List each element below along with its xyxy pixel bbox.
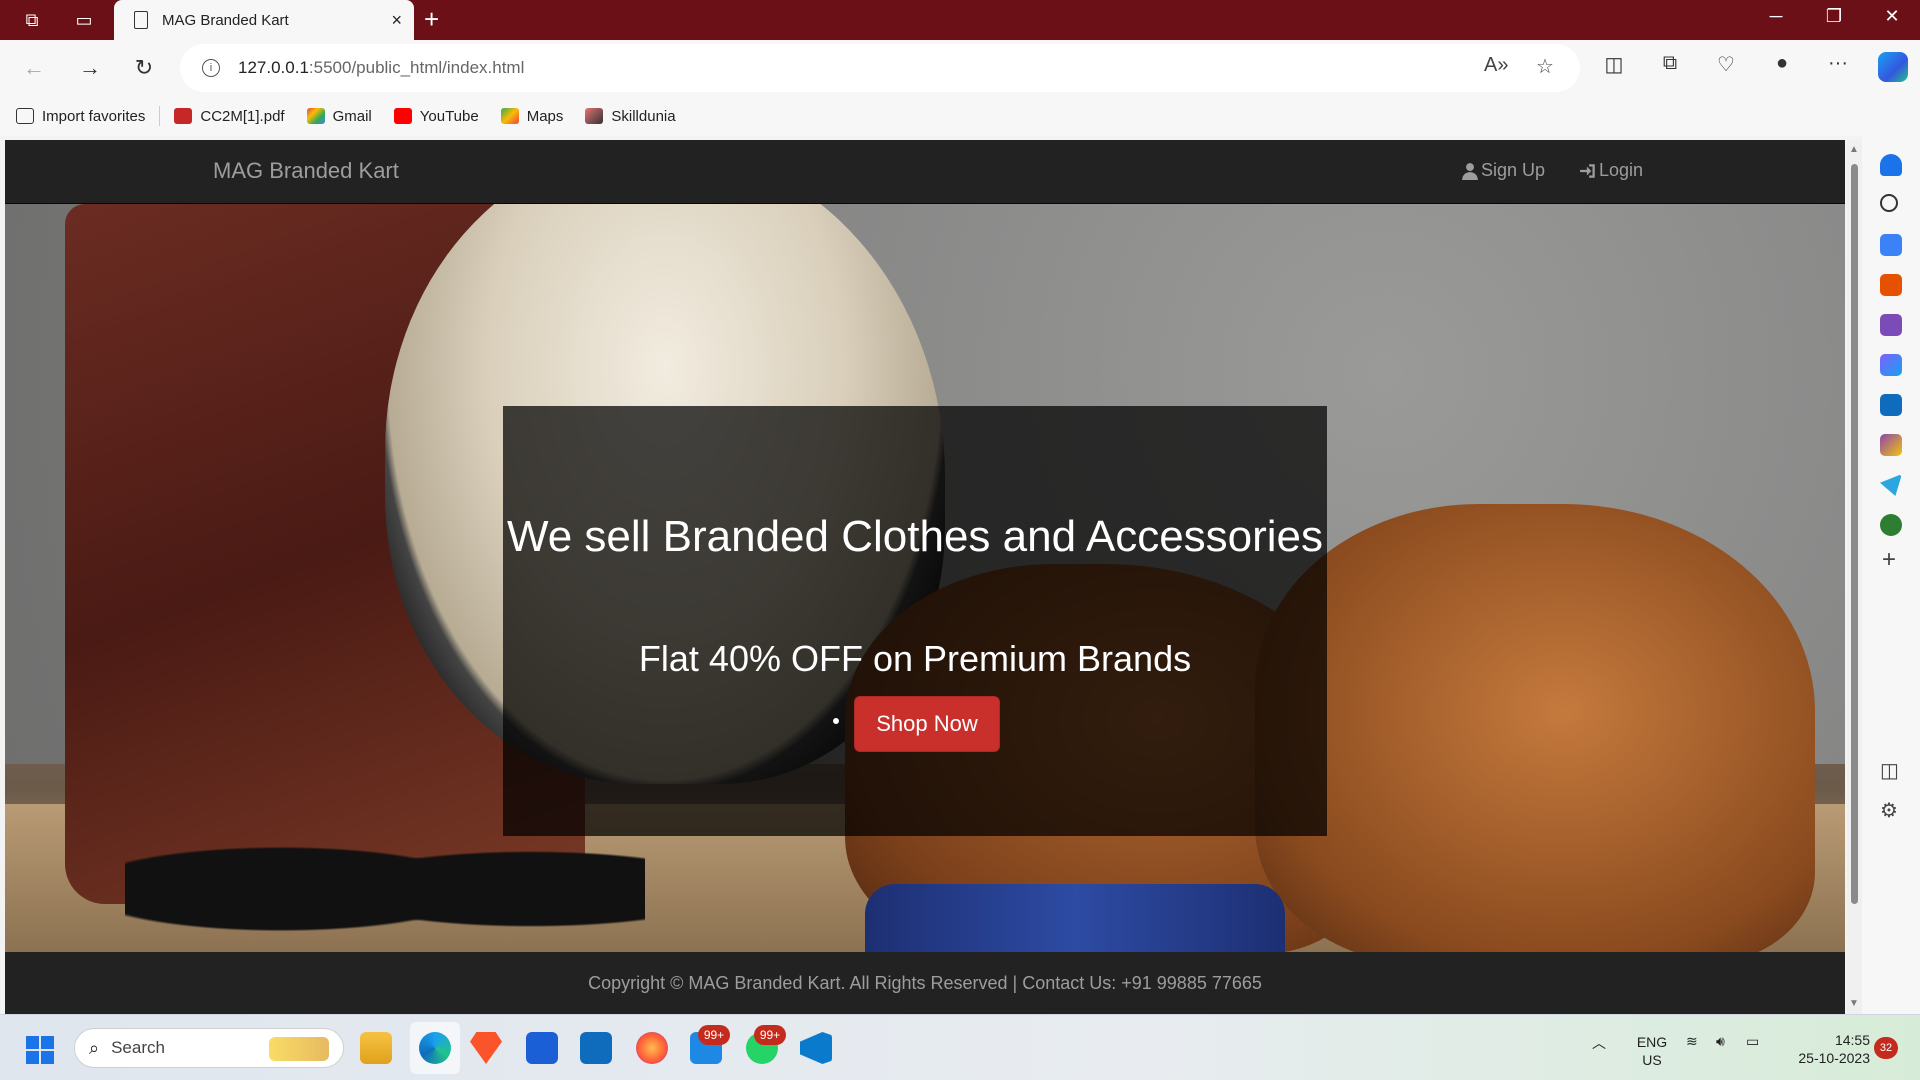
browser-titlebar: ⧉ ▭ MAG Branded Kart × + ─ ❐ ✕ <box>0 0 1920 40</box>
site-brand[interactable]: MAG Branded Kart <box>213 158 399 184</box>
youtube-icon <box>393 108 412 124</box>
hide-sidebar-icon[interactable]: ◫ <box>1880 758 1899 783</box>
page-viewport: MAG Branded Kart Sign Up Login We sell B… <box>5 140 1845 1014</box>
url-text: 127.0.0.1:5500/public_html/index.html <box>238 58 525 77</box>
tools-icon[interactable] <box>1880 274 1902 296</box>
edge-icon[interactable] <box>419 1032 451 1064</box>
notification-badge: 99+ <box>698 1025 730 1045</box>
brave-icon[interactable] <box>470 1032 502 1064</box>
boot-image <box>1255 504 1815 952</box>
new-tab-button[interactable]: + <box>424 4 439 35</box>
wifi-icon[interactable]: ≋ <box>1686 1033 1698 1050</box>
restore-icon[interactable]: ❐ <box>1814 6 1854 27</box>
site-info-icon[interactable]: i <box>202 59 220 77</box>
import-icon <box>16 108 34 124</box>
edge-sidebar: + ◫ ⚙ <box>1862 136 1920 1014</box>
notification-count[interactable]: 32 <box>1874 1037 1898 1059</box>
outlook-icon[interactable] <box>1880 394 1902 416</box>
shop-now-button[interactable]: Shop Now <box>854 696 1000 752</box>
skilldunia-icon <box>585 108 604 124</box>
tab-actions-icon[interactable]: ▭ <box>70 6 98 34</box>
microsoft-store-icon[interactable] <box>526 1032 558 1064</box>
battery-icon[interactable]: ▭ <box>1746 1033 1759 1050</box>
shopping-tag-icon[interactable] <box>1880 234 1902 256</box>
browser-toolbar: ← → ↻ i 127.0.0.1:5500/public_html/index… <box>0 40 1920 96</box>
forward-icon[interactable]: → <box>72 50 108 86</box>
browser-essentials-icon[interactable]: ♡ <box>1710 52 1742 77</box>
more-menu-icon[interactable]: ··· <box>1822 52 1854 75</box>
file-explorer-icon[interactable] <box>360 1032 392 1064</box>
designer-icon[interactable] <box>1880 434 1902 456</box>
favorite-star-icon[interactable]: ☆ <box>1536 54 1554 79</box>
read-aloud-icon[interactable]: A» <box>1484 54 1508 77</box>
bow-tie-image <box>865 884 1285 952</box>
collections-icon[interactable]: ⧉ <box>1654 52 1686 75</box>
scroll-down-icon[interactable]: ▼ <box>1849 998 1859 1009</box>
maps-icon <box>500 108 519 124</box>
back-icon[interactable]: ← <box>16 50 52 86</box>
gmail-icon <box>306 108 325 124</box>
scroll-up-icon[interactable]: ▲ <box>1849 144 1859 155</box>
profile-icon[interactable]: ● <box>1766 52 1798 75</box>
vscode-icon[interactable] <box>800 1032 832 1064</box>
scrollbar-thumb[interactable] <box>1851 164 1858 904</box>
pdf-icon <box>174 108 193 124</box>
search-highlight-icon <box>269 1037 329 1061</box>
bookmark-youtube[interactable]: YouTube <box>393 108 479 125</box>
search-icon[interactable] <box>1880 194 1898 212</box>
browser-tab[interactable]: MAG Branded Kart × <box>114 0 414 40</box>
microsoft365-icon[interactable] <box>1880 354 1902 376</box>
login-label: Login <box>1599 160 1644 180</box>
taskbar-search[interactable]: ⌕ Search <box>74 1028 344 1068</box>
signup-link[interactable]: Sign Up <box>1461 160 1545 181</box>
notification-badge: 99+ <box>754 1025 786 1045</box>
mail-icon[interactable] <box>580 1032 612 1064</box>
refresh-icon[interactable]: ↻ <box>126 50 162 86</box>
notifications-icon[interactable] <box>1880 154 1902 176</box>
minimize-icon[interactable]: ─ <box>1756 6 1796 27</box>
games-icon[interactable] <box>1880 314 1902 336</box>
login-link[interactable]: Login <box>1579 160 1643 181</box>
split-screen-icon[interactable]: ◫ <box>1598 52 1630 77</box>
footer-text: Copyright © MAG Branded Kart. All Rights… <box>588 972 1262 993</box>
copilot-icon[interactable] <box>1878 52 1908 82</box>
address-bar[interactable]: i 127.0.0.1:5500/public_html/index.html … <box>180 44 1580 92</box>
tree-icon[interactable] <box>1880 514 1902 536</box>
divider <box>159 106 161 126</box>
workspaces-icon[interactable]: ⧉ <box>18 6 46 34</box>
volume-icon[interactable]: 🔊︎ <box>1716 1033 1725 1050</box>
add-sidebar-app-icon[interactable]: + <box>1882 546 1896 574</box>
language-indicator[interactable]: ENG US <box>1634 1033 1670 1069</box>
close-tab-icon[interactable]: × <box>391 10 402 31</box>
bookmark-maps[interactable]: Maps <box>500 108 563 125</box>
windows-taskbar: ⌕ Search 99+ 99+ ︿ ENG US ≋ 🔊︎ ▭ 14:55 2… <box>0 1014 1920 1080</box>
settings-gear-icon[interactable]: ⚙ <box>1880 798 1898 823</box>
hero-headline: We sell Branded Clothes and Accessories <box>506 512 1324 561</box>
page-icon <box>134 11 148 29</box>
system-clock[interactable]: 14:55 25-10-2023 <box>1780 1031 1870 1067</box>
bookmark-gmail[interactable]: Gmail <box>306 108 372 125</box>
search-placeholder: Search <box>111 1038 165 1057</box>
page-scrollbar[interactable]: ▲ ▼ <box>1847 140 1862 1014</box>
hero-offer: Flat 40% OFF on Premium Brands <box>638 638 1192 679</box>
bookmarks-bar: Import favorites CC2M[1].pdf Gmail YouTu… <box>0 96 1920 136</box>
site-navbar: MAG Branded Kart Sign Up Login <box>5 140 1845 204</box>
send-icon[interactable] <box>1880 474 1902 496</box>
user-icon <box>1462 162 1478 180</box>
site-footer: Copyright © MAG Branded Kart. All Rights… <box>5 952 1845 1014</box>
firefox-icon[interactable] <box>636 1032 668 1064</box>
search-icon: ⌕ <box>89 1037 100 1058</box>
signup-label: Sign Up <box>1481 160 1546 180</box>
show-hidden-icons[interactable]: ︿ <box>1592 1033 1606 1053</box>
list-bullet <box>833 718 839 724</box>
hero-section: We sell Branded Clothes and Accessories … <box>5 204 1845 952</box>
hero-caption-box: We sell Branded Clothes and Accessories … <box>503 406 1327 836</box>
bookmark-pdf[interactable]: CC2M[1].pdf <box>174 108 285 125</box>
tab-title: MAG Branded Kart <box>162 11 289 29</box>
windows-start-icon[interactable] <box>26 1036 54 1064</box>
close-window-icon[interactable]: ✕ <box>1872 6 1912 27</box>
bookmark-skilldunia[interactable]: Skilldunia <box>585 108 676 125</box>
bookmark-import-favorites[interactable]: Import favorites <box>16 108 145 125</box>
login-icon <box>1580 163 1595 178</box>
